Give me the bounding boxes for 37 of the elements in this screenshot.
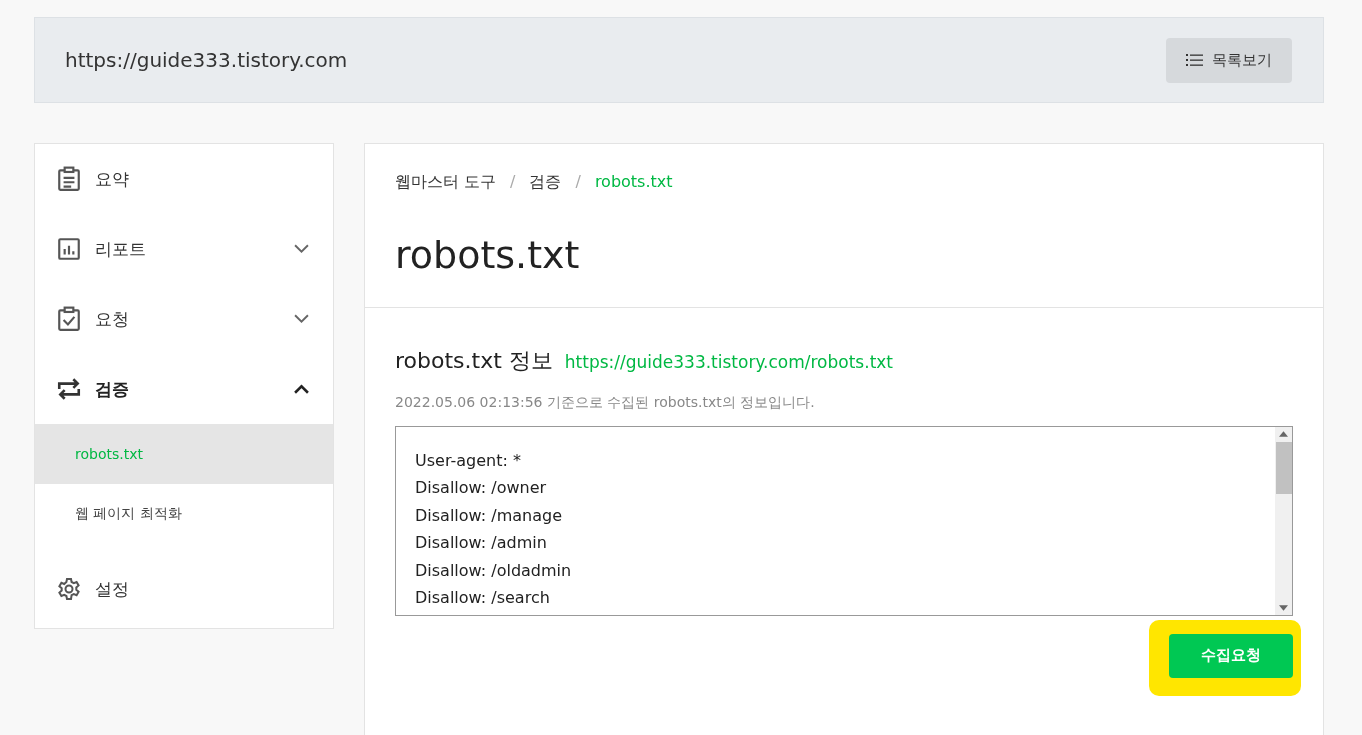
breadcrumb-separator: / [575, 172, 581, 193]
sidebar-item-label: 요약 [95, 167, 130, 191]
section-title: robots.txt 정보 [395, 346, 553, 375]
sidebar-item-label: 리포트 [95, 237, 147, 261]
scroll-up-icon[interactable] [1279, 430, 1288, 437]
robots-line: Disallow: /oldadmin [415, 559, 573, 582]
robots-line: Disallow: /admin [415, 532, 548, 555]
breadcrumb-link[interactable]: 검증 [529, 172, 562, 193]
swap-arrows-icon [57, 376, 81, 402]
sidebar-item[interactable]: 리포트 [35, 214, 333, 284]
collected-info-note: 2022.05.06 02:13:56 기준으로 수집된 robots.txt의 정보입니다. [395, 393, 816, 412]
sidebar-item[interactable]: 검증 [35, 354, 333, 424]
robots-line: User-agent: * [415, 449, 522, 472]
list-icon [1186, 53, 1204, 67]
sidebar-subitem[interactable]: 웹 페이지 최적화 [35, 484, 333, 544]
scrollbar[interactable] [1275, 426, 1292, 615]
sidebar-item-label: 설정 [95, 577, 130, 601]
site-url: https://guide333.tistory.com [65, 48, 348, 72]
clipboard-list-icon [57, 166, 81, 192]
breadcrumb-link[interactable]: 웹마스터 도구 [395, 172, 497, 193]
robots-line: Disallow: /owner [415, 477, 548, 500]
scrollbar-thumb[interactable] [1275, 441, 1292, 494]
bar-chart-icon [57, 236, 81, 262]
sidebar-item-label: 요청 [95, 307, 130, 331]
sidebar-item[interactable]: 요약 [35, 144, 333, 214]
robots-line: Disallow: /manage [415, 504, 563, 527]
list-view-button[interactable]: 목록보기 [1166, 37, 1292, 83]
clipboard-check-icon [57, 306, 81, 332]
scroll-down-icon[interactable] [1279, 604, 1288, 611]
sidebar-item-label: 검증 [95, 377, 130, 401]
page-title: robots.txt [395, 235, 581, 277]
sidebar-item[interactable]: 설정 [35, 554, 333, 624]
robots-content-box[interactable]: User-agent: * Disallow: /owner Disallow: /manage Disallow: /admin Disallow: /oldadmin Disallow: /search [395, 425, 1293, 616]
breadcrumb-separator: / [510, 172, 516, 193]
robots-line: Disallow: /search [415, 587, 551, 610]
settings-icon [57, 576, 81, 602]
sidebar-item[interactable]: 요청 [35, 284, 333, 354]
